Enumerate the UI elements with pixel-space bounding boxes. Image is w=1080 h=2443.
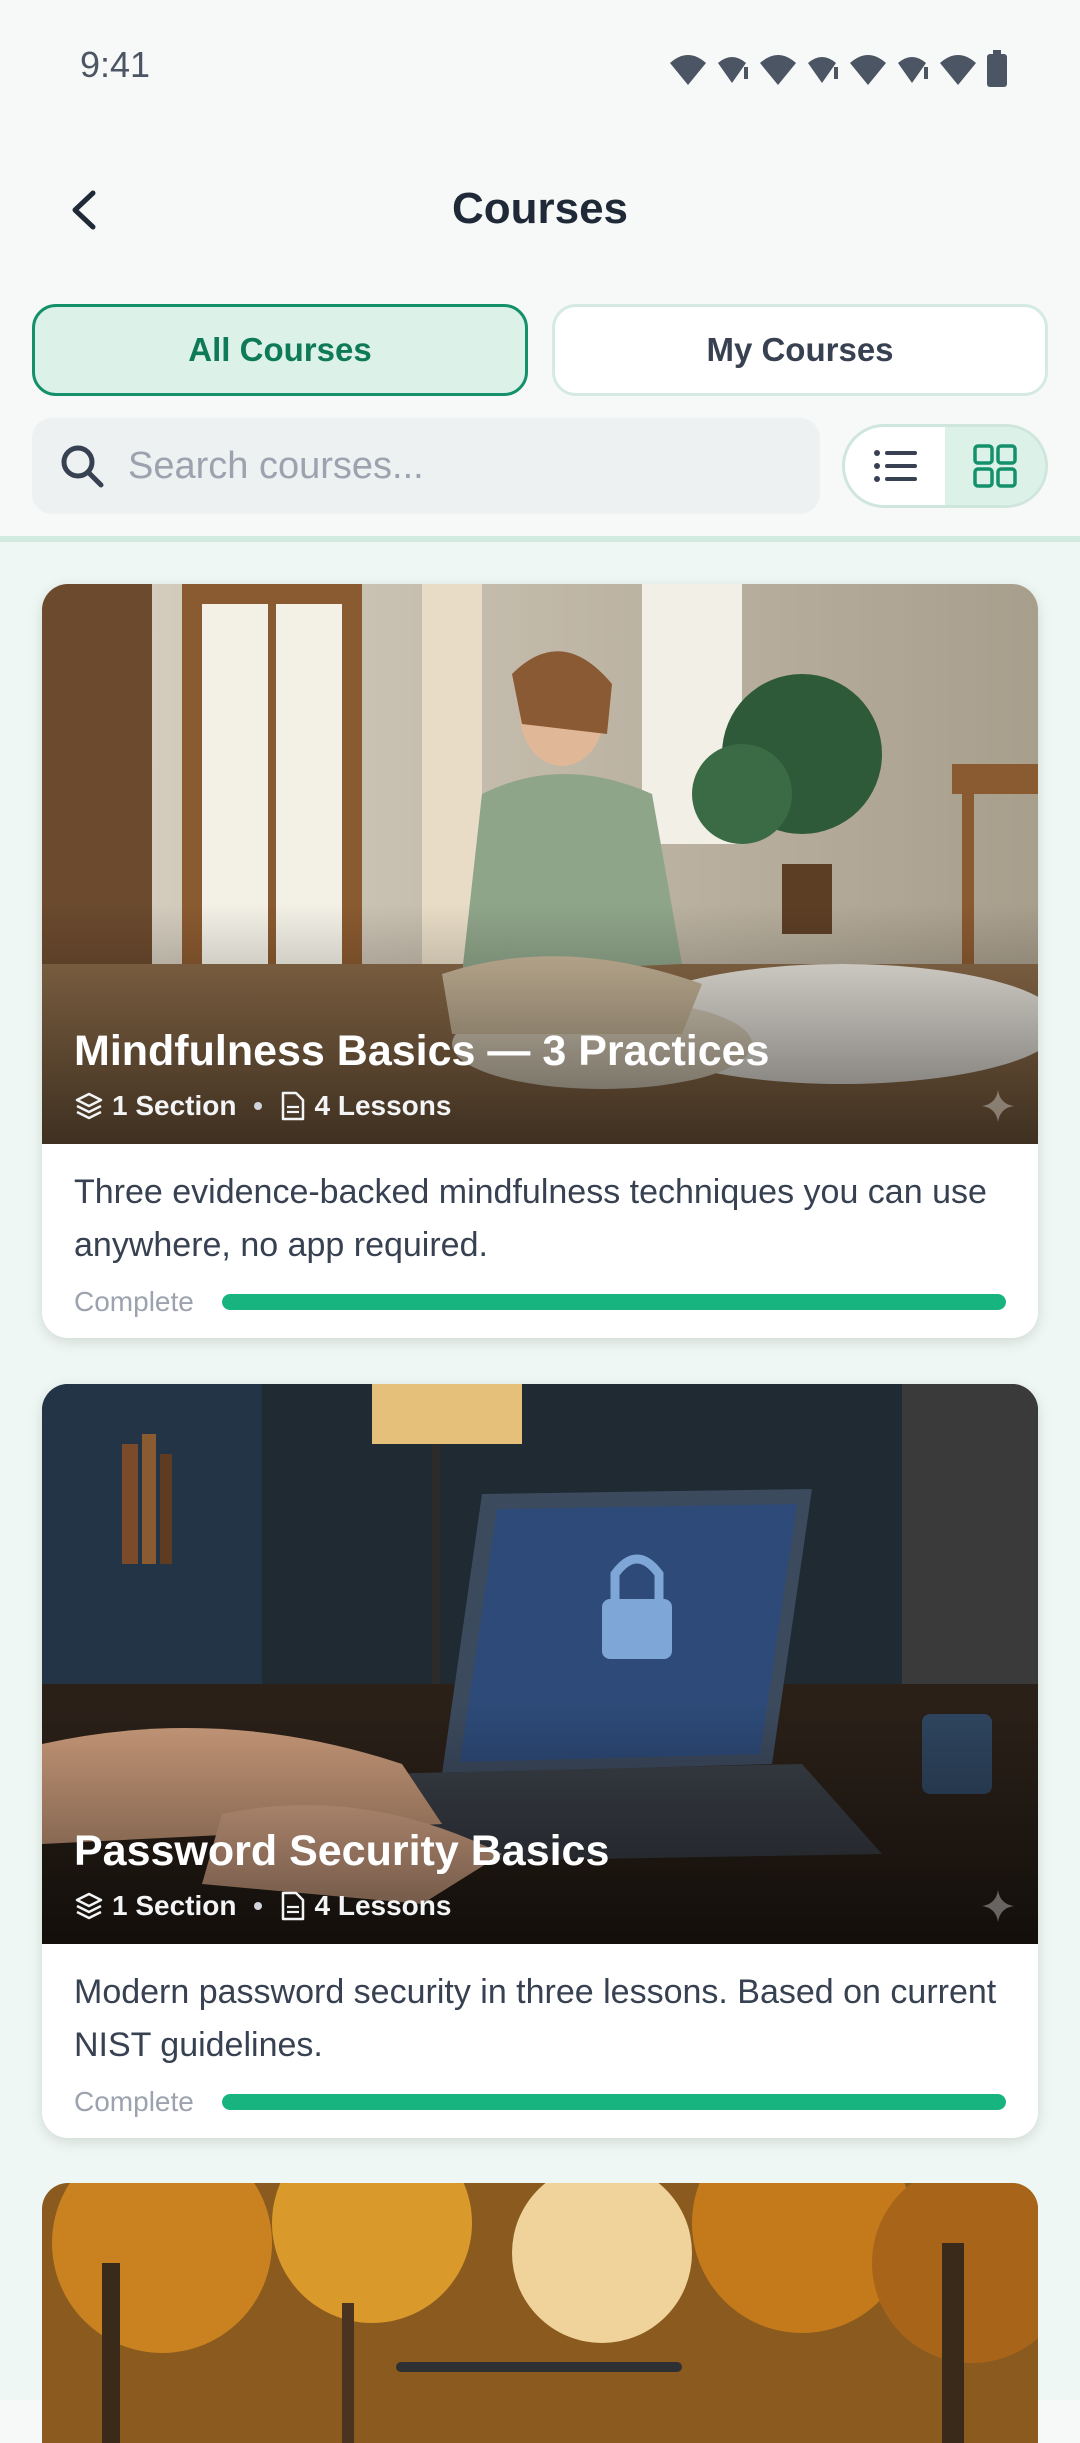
course-meta: 1 Section 4 Lessons	[74, 1890, 451, 1922]
lesson-count: 4 Lessons	[314, 1890, 452, 1921]
list-icon	[874, 450, 917, 482]
course-description: Modern password security in three lesson…	[74, 1973, 997, 2064]
autumn-forest-image	[42, 2183, 1038, 2443]
meta-separator	[254, 1102, 263, 1110]
page-title: Courses	[451, 184, 629, 233]
view-toggle	[842, 424, 1048, 508]
course-meta: 1 Section 4 Lessons	[74, 1090, 451, 1122]
wifi-alert-icon	[808, 57, 838, 83]
wifi-icon	[760, 55, 796, 85]
course-image: Password Security Basics 1 Section 4 Les…	[42, 1384, 1038, 1944]
document-icon	[282, 1091, 305, 1121]
progress-bar	[222, 1294, 1006, 1310]
signal-icon	[940, 55, 976, 85]
section-count: 1 Section	[112, 1890, 237, 1921]
tab-all-courses[interactable]: All Courses	[32, 304, 528, 396]
tab-my-courses[interactable]: My Courses	[552, 304, 1048, 396]
layers-icon	[75, 1892, 103, 1920]
wifi-icon	[670, 55, 706, 85]
course-card[interactable]: Password Security Basics 1 Section 4 Les…	[42, 1384, 1038, 2138]
search-icon	[61, 445, 104, 488]
search-input[interactable]: Search courses...	[32, 418, 820, 514]
layers-icon	[75, 1092, 103, 1120]
sparkle-icon	[982, 1090, 1014, 1122]
progress-fill	[222, 2094, 1006, 2110]
wifi-alert-icon	[898, 57, 928, 83]
document-icon	[282, 1891, 305, 1921]
list-view-button[interactable]	[845, 427, 945, 505]
progress-label: Complete	[74, 1286, 194, 1317]
progress-fill	[222, 1294, 1006, 1310]
grid-view-button[interactable]	[945, 427, 1045, 505]
search-placeholder: Search courses...	[128, 444, 424, 487]
progress-label: Complete	[74, 2086, 194, 2117]
course-title: Mindfulness Basics — 3 Practices	[74, 1027, 770, 1075]
status-bar: 9:41	[0, 0, 1080, 135]
sparkle-icon	[982, 1890, 1014, 1922]
course-tabs: All Courses My Courses	[32, 304, 1048, 396]
progress-row: Complete	[74, 1286, 1006, 1318]
meta-separator	[254, 1902, 263, 1910]
home-indicator	[396, 2362, 682, 2372]
lesson-count: 4 Lessons	[314, 1090, 452, 1121]
wifi-icon	[850, 55, 886, 85]
system-icons	[668, 50, 1008, 88]
battery-icon	[987, 50, 1007, 87]
progress-row: Complete	[74, 2086, 1006, 2118]
progress-bar	[222, 2094, 1006, 2110]
course-card[interactable]: Mindfulness Basics — 3 Practices 1 Secti…	[42, 584, 1038, 1338]
course-image: Mindfulness Basics — 3 Practices 1 Secti…	[42, 584, 1038, 1144]
course-card[interactable]	[42, 2183, 1038, 2443]
course-title: Password Security Basics	[74, 1827, 610, 1875]
course-description: Three evidence-backed mindfulness techni…	[74, 1173, 987, 1264]
wifi-alert-icon	[718, 57, 748, 83]
status-time: 9:41	[80, 44, 151, 85]
app-header: Courses	[0, 150, 1080, 270]
grid-icon	[973, 444, 1017, 488]
section-count: 1 Section	[112, 1090, 237, 1121]
